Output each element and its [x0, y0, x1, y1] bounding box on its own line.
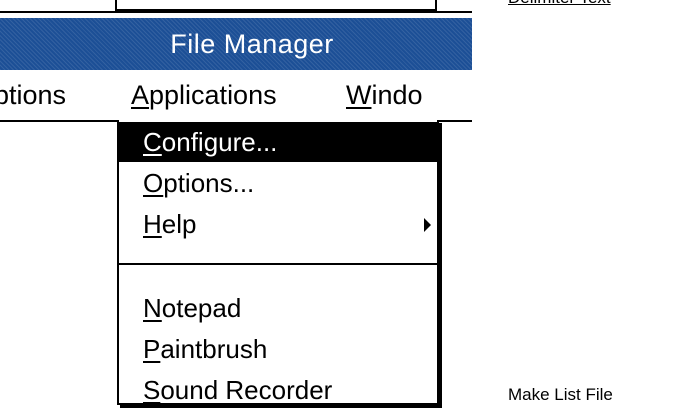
configure-mnemonic: C [143, 127, 162, 157]
window-title: File Manager [170, 28, 334, 59]
menu-item-sound-recorder[interactable]: Sound Recorder [119, 370, 437, 410]
paintbrush-label: aintbrush [160, 334, 268, 364]
menu-item-paintbrush[interactable]: Paintbrush [119, 329, 437, 369]
submenu-arrow-icon [424, 218, 431, 232]
menu-window-label: indo [371, 80, 423, 110]
menu-options-label: ptions [0, 80, 67, 110]
notepad-label: otepad [161, 293, 242, 323]
previous-window-edge [0, 0, 472, 13]
menu-applications[interactable]: Applications [117, 70, 317, 120]
paintbrush-mnemonic: P [143, 334, 161, 364]
menu-applications-mnemonic: A [131, 80, 150, 110]
menu-window-mnemonic: W [346, 80, 372, 110]
menu-item-configure[interactable]: Configure... [119, 122, 437, 162]
menu-item-notepad[interactable]: Notepad [119, 288, 437, 328]
sound-recorder-mnemonic: S [143, 375, 161, 405]
notepad-mnemonic: N [143, 293, 162, 323]
sound-recorder-label: ound Recorder [160, 375, 333, 405]
menu-item-help[interactable]: Help [119, 204, 437, 244]
menu-separator [119, 263, 437, 265]
make-list-file-label: Make List File [508, 385, 613, 404]
menu-window[interactable]: Windo [332, 70, 472, 120]
help-mnemonic: H [143, 209, 162, 239]
help-label: elp [161, 209, 197, 239]
title-bar[interactable]: File Manager [0, 18, 472, 70]
applications-dropdown-menu: Configure... Options... Help Notepad Pai… [117, 120, 439, 405]
menu-item-options[interactable]: Options... [119, 163, 437, 203]
previous-menu-edge [115, 0, 437, 11]
delimiter-text-link[interactable]: Delimiter Text [508, 0, 611, 8]
options-label: ptions... [163, 168, 255, 198]
menu-options[interactable]: ptions [0, 70, 94, 120]
options-mnemonic: O [143, 168, 164, 198]
configure-label: onfigure... [161, 127, 278, 157]
menu-bar: ptions Applications Windo [0, 70, 472, 122]
menu-applications-label: pplications [149, 80, 277, 110]
